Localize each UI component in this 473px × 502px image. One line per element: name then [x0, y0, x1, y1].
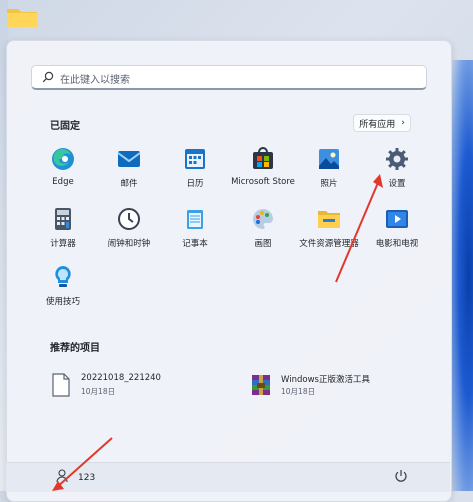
app-label: 画图: [254, 239, 272, 249]
pinned-app-photos[interactable]: 照片: [295, 147, 363, 189]
pinned-app-clock[interactable]: 闹钟和时钟: [95, 207, 163, 249]
app-label: Edge: [52, 177, 74, 187]
user-avatar-icon: [56, 469, 68, 486]
app-label: 照片: [320, 179, 338, 189]
pinned-app-file-explorer[interactable]: 文件资源管理器: [295, 207, 363, 249]
search-input[interactable]: 在此键入以搜索: [31, 65, 427, 90]
app-label: 文件资源管理器: [299, 239, 359, 249]
app-label: 邮件: [120, 179, 138, 189]
pinned-app-notepad[interactable]: 记事本: [161, 207, 229, 249]
mail-icon: [117, 147, 141, 171]
tips-icon: [51, 265, 75, 289]
app-label: 设置: [388, 179, 406, 189]
pinned-app-tips[interactable]: 使用技巧: [29, 265, 97, 307]
app-label: 计算器: [50, 239, 76, 249]
power-icon: [395, 470, 407, 482]
calendar-icon: [183, 147, 207, 171]
store-icon: [251, 147, 275, 171]
pinned-section-title: 已固定: [50, 121, 80, 132]
notepad-icon: [183, 207, 207, 231]
chevron-right-icon: ›: [401, 118, 405, 128]
start-menu: 在此键入以搜索 已固定 所有应用 › Edge 邮件 日历 Microsoft …: [6, 40, 452, 502]
user-account-button[interactable]: 123: [56, 469, 95, 486]
pinned-app-settings[interactable]: 设置: [363, 147, 431, 189]
pinned-app-movies[interactable]: 电影和电视: [363, 207, 431, 249]
pinned-app-store[interactable]: Microsoft Store: [229, 147, 297, 187]
recommended-item[interactable]: 20221018_221240 10月18日: [51, 371, 211, 401]
winrar-icon: [251, 373, 271, 397]
edge-icon: [51, 147, 75, 171]
pinned-app-calculator[interactable]: 计算器: [29, 207, 97, 249]
search-icon: [42, 71, 54, 83]
recommended-section-title: 推荐的项目: [50, 343, 100, 354]
user-name: 123: [78, 472, 96, 483]
search-placeholder: 在此键入以搜索: [60, 75, 130, 86]
settings-gear-icon: [385, 147, 409, 171]
recommended-item-name: 20221018_221240: [81, 373, 161, 383]
app-label: 记事本: [182, 239, 208, 249]
pinned-app-edge[interactable]: Edge: [29, 147, 97, 187]
desktop-wallpaper-edge: [451, 60, 473, 491]
recommended-item[interactable]: Windows正版激活工具 10月18日: [251, 371, 431, 401]
clock-icon: [117, 207, 141, 231]
all-apps-label: 所有应用: [359, 119, 396, 130]
file-icon: [51, 373, 71, 397]
folder-icon: [317, 207, 341, 231]
recommended-item-name: Windows正版激活工具: [281, 375, 370, 385]
photos-icon: [317, 147, 341, 171]
recommended-item-date: 10月18日: [281, 387, 316, 396]
app-label: Microsoft Store: [231, 177, 295, 187]
desktop-folder-icon[interactable]: [6, 6, 38, 28]
all-apps-button[interactable]: 所有应用 ›: [353, 114, 411, 132]
app-label: 日历: [186, 179, 204, 189]
app-label: 使用技巧: [45, 297, 80, 307]
calculator-icon: [51, 207, 75, 231]
pinned-app-mail[interactable]: 邮件: [95, 147, 163, 189]
app-label: 电影和电视: [375, 239, 419, 249]
paint-icon: [251, 207, 275, 231]
recommended-item-date: 10月18日: [81, 387, 116, 396]
start-menu-footer: 123: [6, 462, 450, 492]
movies-icon: [385, 207, 409, 231]
power-button[interactable]: [394, 468, 408, 487]
pinned-app-calendar[interactable]: 日历: [161, 147, 229, 189]
pinned-app-paint[interactable]: 画图: [229, 207, 297, 249]
app-label: 闹钟和时钟: [107, 239, 151, 249]
